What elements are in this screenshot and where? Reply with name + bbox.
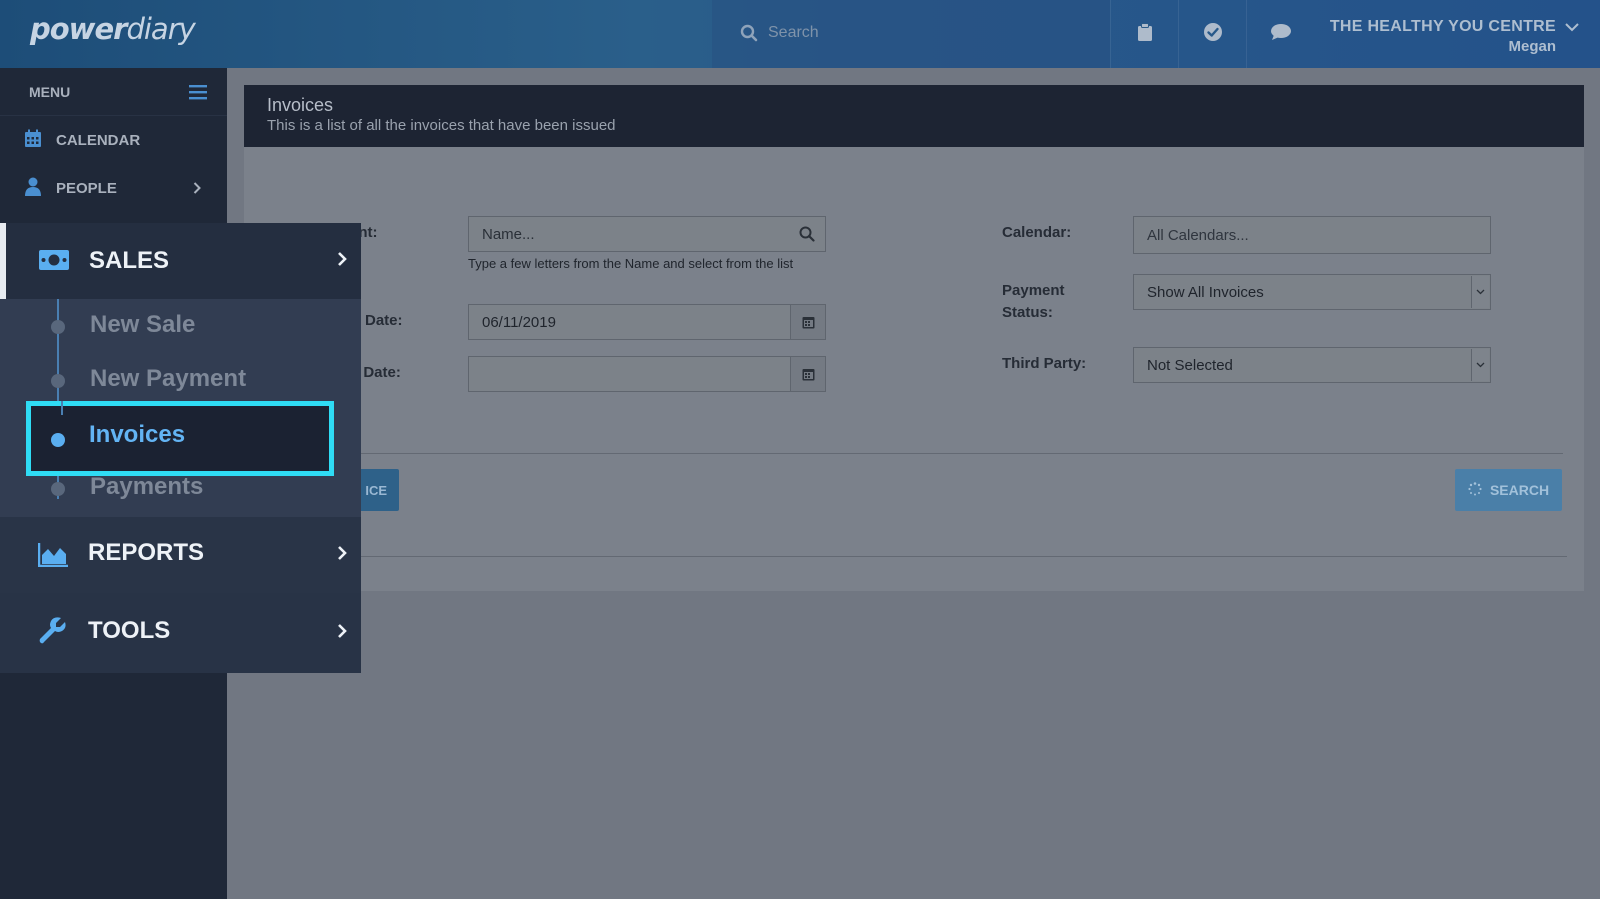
clipboard-icon	[1137, 22, 1153, 46]
wrench-icon	[38, 615, 68, 650]
search-placeholder: Search	[768, 24, 819, 41]
start-date-input[interactable]: 06/11/2019	[468, 304, 826, 340]
app-logo[interactable]: powerdiary	[30, 12, 196, 46]
hamburger-icon[interactable]	[189, 84, 207, 103]
tasks-button[interactable]	[1178, 0, 1246, 68]
search-button[interactable]: SEARCH	[1455, 469, 1562, 511]
submenu-item-new-payment[interactable]: New Payment	[0, 353, 361, 407]
user-name: Megan	[1508, 38, 1556, 55]
chevron-down-icon[interactable]	[1564, 20, 1580, 38]
chevron-right-icon	[193, 181, 215, 198]
chevron-right-icon	[337, 623, 347, 644]
sidebar-item-calendar[interactable]: CALENDAR	[0, 116, 227, 164]
client-hint: Type a few letters from the Name and sel…	[468, 256, 794, 271]
chat-bubble-icon	[1270, 23, 1292, 46]
menu-item-sales[interactable]: SALES	[0, 223, 361, 299]
menu-item-label: SALES	[89, 247, 170, 274]
submenu-item-label: New Sale	[90, 311, 196, 338]
bullet-dot	[51, 433, 65, 447]
calendar-label: Calendar:	[1002, 224, 1072, 241]
calendar-select[interactable]: All Calendars...	[1133, 216, 1491, 254]
chevron-down-icon	[1471, 349, 1489, 381]
menu-item-tools[interactable]: TOOLS	[0, 593, 361, 673]
menu-item-label: TOOLS	[88, 617, 171, 644]
page-header: Invoices This is a list of all the invoi…	[244, 85, 1584, 147]
end-date-input[interactable]	[468, 356, 826, 392]
page-title: Invoices	[267, 95, 334, 115]
sidebar-item-label: CALENDAR	[56, 131, 141, 149]
submenu-item-new-sale[interactable]: New Sale	[0, 299, 361, 353]
bullet-dot	[51, 482, 65, 496]
money-icon	[38, 249, 70, 276]
messages-button[interactable]	[1246, 0, 1314, 68]
clinic-selector[interactable]: THE HEALTHY YOU CENTRE Megan	[1330, 18, 1556, 55]
person-icon	[24, 177, 56, 200]
submenu-item-label: Invoices	[89, 421, 186, 448]
submenu-item-label: Payments	[90, 473, 204, 500]
menu-item-label: REPORTS	[88, 539, 205, 566]
calendar-icon[interactable]	[790, 305, 825, 339]
menu-label: MENU	[29, 83, 71, 100]
client-placeholder: Name...	[482, 225, 535, 243]
spinner-icon	[1468, 481, 1490, 499]
bullet-dot	[51, 320, 65, 334]
search-icon	[799, 226, 815, 246]
client-search-input[interactable]: Name...	[468, 216, 826, 252]
search-button-label: SEARCH	[1489, 482, 1550, 498]
divider	[350, 556, 1567, 557]
bullet-dot	[51, 374, 65, 388]
calendar-placeholder: All Calendars...	[1147, 226, 1249, 244]
payment-status-label-2: Status:	[1002, 304, 1053, 321]
third-party-select[interactable]: Not Selected	[1133, 347, 1491, 383]
clinic-name: THE HEALTHY YOU CENTRE	[1329, 18, 1556, 35]
submenu-connector	[61, 401, 63, 415]
chevron-right-icon	[337, 545, 347, 566]
chevron-right-icon	[337, 251, 347, 272]
submenu-item-invoices[interactable]: Invoices	[26, 401, 334, 476]
page-subtitle: This is a list of all the invoices that …	[267, 117, 616, 134]
payment-status-select[interactable]: Show All Invoices	[1133, 274, 1491, 310]
check-circle-icon	[1203, 22, 1223, 47]
sidebar-item-people[interactable]: PEOPLE	[0, 164, 227, 212]
third-party-label: Third Party:	[1002, 355, 1087, 372]
calendar-icon[interactable]	[790, 357, 825, 391]
top-bar: powerdiary Search THE HEALTHY YOU CENTRE…	[0, 0, 1600, 68]
global-search-input[interactable]: Search	[712, 0, 1110, 68]
new-invoice-label: ICE	[365, 482, 387, 498]
start-date-value: 06/11/2019	[482, 313, 556, 331]
calendar-icon	[24, 129, 56, 152]
menu-item-reports[interactable]: REPORTS	[0, 517, 361, 593]
payment-status-value: Show All Invoices	[1147, 283, 1264, 301]
search-icon	[740, 24, 758, 47]
payment-status-label: Payment	[1002, 282, 1065, 299]
area-chart-icon	[37, 543, 68, 572]
clipboard-button[interactable]	[1110, 0, 1178, 68]
divider	[350, 453, 1563, 454]
sidebar-item-label: PEOPLE	[56, 179, 117, 197]
chevron-down-icon	[1471, 276, 1489, 308]
third-party-value: Not Selected	[1147, 356, 1233, 374]
submenu-item-label: New Payment	[90, 365, 247, 392]
menu-header: MENU	[0, 68, 227, 116]
